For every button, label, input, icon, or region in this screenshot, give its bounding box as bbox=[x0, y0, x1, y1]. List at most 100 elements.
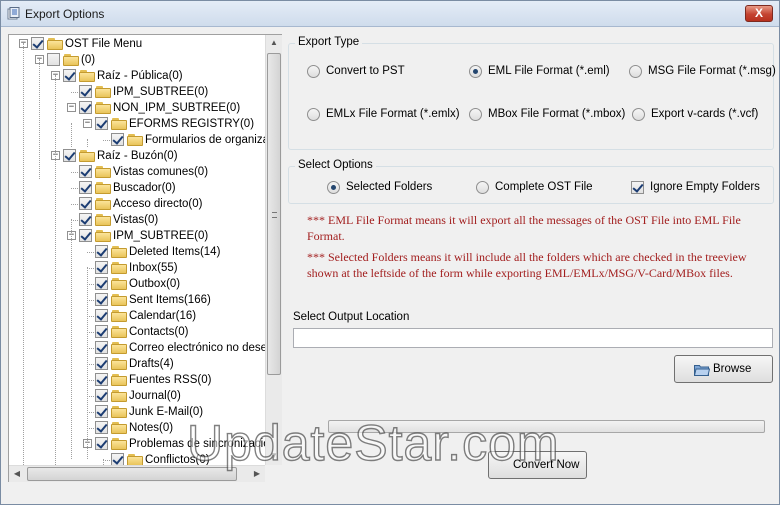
close-button[interactable]: X bbox=[745, 5, 773, 22]
scroll-up-arrow-icon[interactable]: ▲ bbox=[266, 35, 282, 51]
tree-item-label: Buscador(0) bbox=[113, 182, 176, 194]
radio-indicator bbox=[307, 108, 320, 121]
folder-icon bbox=[111, 118, 127, 130]
tree-item-checkbox[interactable] bbox=[95, 389, 108, 402]
export-type-title: Export Type bbox=[295, 36, 363, 48]
tree-vertical-scroll-thumb[interactable] bbox=[267, 53, 281, 375]
tree-item-checkbox[interactable] bbox=[95, 261, 108, 274]
tree-item-label: Calendar(16) bbox=[129, 310, 197, 322]
tree-item-checkbox[interactable] bbox=[79, 101, 92, 114]
tree-item[interactable]: Fuentes RSS(0) bbox=[9, 372, 265, 388]
tree-item-checkbox[interactable] bbox=[31, 37, 44, 50]
radio-indicator bbox=[469, 65, 482, 78]
tree-item[interactable]: Sent Items(166) bbox=[9, 292, 265, 308]
tree-item[interactable]: Deleted Items(14) bbox=[9, 244, 265, 260]
tree-item-checkbox[interactable] bbox=[47, 53, 60, 66]
collapse-icon[interactable]: − bbox=[67, 103, 76, 112]
scroll-left-arrow-icon[interactable]: ◀ bbox=[9, 466, 25, 482]
tree-item[interactable]: Vistas comunes(0) bbox=[9, 164, 265, 180]
folder-icon bbox=[111, 422, 127, 434]
select-options-title: Select Options bbox=[295, 159, 376, 171]
tree-item-checkbox[interactable] bbox=[95, 245, 108, 258]
folder-icon bbox=[111, 310, 127, 322]
tree-item[interactable]: − (0) bbox=[9, 52, 265, 68]
tree-item[interactable]: Acceso directo(0) bbox=[9, 196, 265, 212]
radio-indicator bbox=[469, 108, 482, 121]
browse-button[interactable]: Browse bbox=[674, 355, 773, 383]
folder-icon bbox=[111, 278, 127, 290]
tree-item[interactable]: IPM_SUBTREE(0) bbox=[9, 84, 265, 100]
folder-icon bbox=[111, 390, 127, 402]
tree-item[interactable]: − NON_IPM_SUBTREE(0) bbox=[9, 100, 265, 116]
tree-item[interactable]: − OST File Menu bbox=[9, 36, 265, 52]
tree-item-checkbox[interactable] bbox=[95, 117, 108, 130]
tree-item-checkbox[interactable] bbox=[95, 309, 108, 322]
tree-item-checkbox[interactable] bbox=[95, 373, 108, 386]
folder-icon bbox=[95, 182, 111, 194]
tree-item[interactable]: Buscador(0) bbox=[9, 180, 265, 196]
radio-label: MSG File Format (*.msg) bbox=[648, 65, 776, 77]
tree-item-checkbox[interactable] bbox=[95, 421, 108, 434]
app-icon bbox=[7, 7, 20, 20]
tree-vertical-scrollbar[interactable]: ▲ ▼ bbox=[265, 35, 282, 465]
tree-item-checkbox[interactable] bbox=[63, 69, 76, 82]
eml-format-note: *** EML File Format means it will export… bbox=[307, 213, 741, 243]
folder-icon bbox=[111, 326, 127, 338]
tree-item-checkbox[interactable] bbox=[95, 437, 108, 450]
tree-item[interactable]: − EFORMS REGISTRY(0) bbox=[9, 116, 265, 132]
tree-guide-line bbox=[39, 59, 40, 179]
tree-item-checkbox[interactable] bbox=[95, 357, 108, 370]
tree-item[interactable]: Formularios de organización bbox=[9, 132, 265, 148]
tree-item-checkbox[interactable] bbox=[95, 325, 108, 338]
folder-icon bbox=[111, 438, 127, 450]
tree-item-checkbox[interactable] bbox=[79, 197, 92, 210]
tree-item-checkbox[interactable] bbox=[95, 341, 108, 354]
title-bar: Export Options X bbox=[1, 1, 779, 27]
folder-icon bbox=[111, 358, 127, 370]
radio-label: EML File Format (*.eml) bbox=[488, 65, 610, 77]
tree-item-checkbox[interactable] bbox=[95, 293, 108, 306]
tree-item[interactable]: Inbox(55) bbox=[9, 260, 265, 276]
radio-label: Export v-cards (*.vcf) bbox=[651, 108, 759, 120]
tree-item-label: Outbox(0) bbox=[129, 278, 181, 290]
tree-item-checkbox[interactable] bbox=[95, 405, 108, 418]
tree-item-label: Acceso directo(0) bbox=[113, 198, 203, 210]
tree-item-label: Inbox(55) bbox=[129, 262, 178, 274]
collapse-icon[interactable]: − bbox=[83, 119, 92, 128]
tree-item-label: (0) bbox=[81, 54, 96, 66]
tree-item-label: EFORMS REGISTRY(0) bbox=[129, 118, 255, 130]
tree-item-checkbox[interactable] bbox=[63, 149, 76, 162]
tree-item[interactable]: − Raíz - Pública(0) bbox=[9, 68, 265, 84]
watermark: UpdateStar.com bbox=[186, 414, 560, 471]
tree-item-checkbox[interactable] bbox=[95, 277, 108, 290]
export-options-window: Export Options X − OST File Menu − (0) − Raíz… bbox=[0, 0, 780, 505]
folder-icon bbox=[79, 70, 95, 82]
folder-icon bbox=[111, 342, 127, 354]
tree-item[interactable]: Calendar(16) bbox=[9, 308, 265, 324]
tree-item[interactable]: − IPM_SUBTREE(0) bbox=[9, 228, 265, 244]
tree-item[interactable]: Correo electrónico no deseado bbox=[9, 340, 265, 356]
radio-indicator bbox=[307, 65, 320, 78]
tree-item-checkbox[interactable] bbox=[79, 165, 92, 178]
tree-item-label: Raíz - Pública(0) bbox=[97, 70, 183, 82]
tree-item[interactable]: Drafts(4) bbox=[9, 356, 265, 372]
folder-icon bbox=[111, 374, 127, 386]
output-location-field[interactable] bbox=[293, 328, 773, 348]
folder-icon bbox=[63, 54, 79, 66]
tree-item[interactable]: Outbox(0) bbox=[9, 276, 265, 292]
tree-item[interactable]: − Raíz - Buzón(0) bbox=[9, 148, 265, 164]
folder-icon bbox=[95, 166, 111, 178]
tree-item[interactable]: Journal(0) bbox=[9, 388, 265, 404]
tree-item-checkbox[interactable] bbox=[79, 213, 92, 226]
tree-item-checkbox[interactable] bbox=[79, 85, 92, 98]
radio-label: EMLx File Format (*.emlx) bbox=[326, 108, 460, 120]
select-options-group: Select Options Selected Folders Complete… bbox=[288, 159, 774, 204]
tree-item-checkbox[interactable] bbox=[79, 181, 92, 194]
tree-item-checkbox[interactable] bbox=[79, 229, 92, 242]
tree-item[interactable]: Contacts(0) bbox=[9, 324, 265, 340]
tree-item-label: Contacts(0) bbox=[129, 326, 189, 338]
tree-item-checkbox[interactable] bbox=[111, 133, 124, 146]
tree-item-checkbox[interactable] bbox=[111, 453, 124, 465]
tree-item-label: Vistas(0) bbox=[113, 214, 159, 226]
tree-item[interactable]: Vistas(0) bbox=[9, 212, 265, 228]
